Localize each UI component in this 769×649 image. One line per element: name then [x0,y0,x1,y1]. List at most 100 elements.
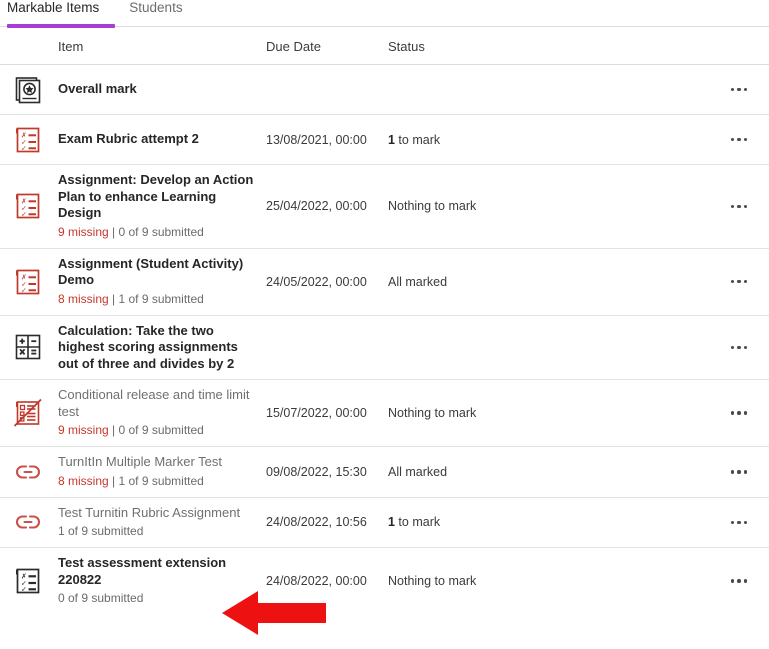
table-row[interactable]: TurnItIn Multiple Marker Test 8 missing |… [0,447,769,498]
item-cell: Assignment: Develop an Action Plan to en… [56,165,266,248]
kebab-menu-icon[interactable] [730,87,748,92]
kebab-menu-icon[interactable] [730,345,748,349]
item-cell: Test assessment extension 220822 0 of 9 s… [56,548,266,614]
item-submission-summary: 9 missing | 0 of 9 submitted [58,224,260,241]
column-header-due-date: Due Date [266,38,321,54]
row-menu-cell [709,87,769,92]
status-count: 1 [388,132,395,147]
item-cell: Assignment (Student Activity) Demo 8 miss… [56,249,266,315]
submitted-count: 1 of 9 submitted [58,524,144,538]
test-restricted-icon [0,398,56,428]
status-label: to mark [394,132,441,147]
table-row[interactable]: ✗ ✓ ✓ Assignment (Student Activity) Demo… [0,249,769,316]
gradebook-star-icon [0,75,56,105]
tab-bar: Markable Items Students [0,0,769,28]
item-cell: TurnItIn Multiple Marker Test 8 missing |… [56,447,266,497]
table-row[interactable]: ✗ ✓ ✓ Assignment: Develop an Action Plan… [0,165,769,249]
rubric-dark-icon: ✗ ✓ ✓ [0,566,56,596]
item-submission-summary: 9 missing | 0 of 9 submitted [58,422,260,439]
item-title[interactable]: Assignment (Student Activity) Demo [58,256,260,289]
table-row[interactable]: Conditional release and time limit test 9… [0,380,769,447]
row-menu-cell [709,137,769,142]
item-submission-summary: 8 missing | 1 of 9 submitted [58,291,260,308]
due-date-cell: 13/08/2021, 00:00 [266,132,367,147]
link-chain-icon [0,507,56,537]
status-cell: Nothing to mark [388,574,709,588]
item-cell: Overall mark [56,74,266,105]
status-label: Nothing to mark [388,574,477,588]
status-cell: 1 to mark [388,133,709,147]
submitted-count: 0 of 9 submitted [58,591,144,605]
submitted-count: | 1 of 9 submitted [108,473,204,488]
item-title[interactable]: Assignment: Develop an Action Plan to en… [58,172,260,222]
item-title[interactable]: Conditional release and time limit test [58,387,260,420]
item-title[interactable]: Overall mark [58,81,260,98]
item-title[interactable]: Test assessment extension 220822 [58,555,260,588]
item-cell: Test Turnitin Rubric Assignment 1 of 9 su… [56,498,266,548]
status-cell: Nothing to mark [388,406,709,420]
rubric-checklist-icon: ✗ ✓ ✓ [0,125,56,155]
status-label: All marked [388,274,448,289]
submitted-count: | 0 of 9 submitted [108,423,204,437]
item-cell: Calculation: Take the two highest scorin… [56,316,266,380]
rubric-checklist-icon: ✗ ✓ ✓ [0,267,56,297]
status-label: to mark [394,515,441,530]
kebab-menu-icon[interactable] [730,411,748,415]
submitted-count: | 0 of 9 submitted [108,224,204,239]
svg-text:✓: ✓ [21,211,27,219]
status-label: Nothing to mark [388,406,477,420]
status-cell: 1 to mark [388,515,709,529]
missing-count: 9 missing [58,224,109,239]
item-cell: Conditional release and time limit test 9… [56,380,266,446]
status-count: 1 [388,515,395,530]
row-menu-cell [709,204,769,208]
active-tab-indicator [7,24,115,28]
table-row[interactable]: ✗ ✓ ✓ Exam Rubric attempt 2 13/08/2021, 0… [0,115,769,165]
kebab-menu-icon[interactable] [730,520,748,524]
tab-bar-divider [0,26,769,27]
due-date-cell: 24/08/2022, 10:56 [266,515,367,530]
kebab-menu-icon[interactable] [730,204,748,208]
item-submission-summary: 0 of 9 submitted [58,590,260,607]
missing-count: 8 missing [58,473,109,488]
row-menu-cell [709,279,769,284]
markable-items-table: Item Due Date Status Overall mark ✗ ✓ ✓ [0,28,769,614]
item-title[interactable]: Test Turnitin Rubric Assignment [58,505,260,522]
status-label: All marked [388,464,448,479]
item-title[interactable]: Calculation: Take the two highest scorin… [58,323,260,373]
row-menu-cell [709,345,769,349]
submitted-count: | 1 of 9 submitted [108,291,204,306]
table-row[interactable]: ✗ ✓ ✓ Test assessment extension 220822 0 … [0,548,769,614]
item-title[interactable]: TurnItIn Multiple Marker Test [58,454,260,471]
item-submission-summary: 1 of 9 submitted [58,523,260,540]
table-row[interactable]: Test Turnitin Rubric Assignment 1 of 9 su… [0,498,769,548]
due-date-cell: 15/07/2022, 00:00 [266,406,367,420]
status-cell: All marked [388,275,709,289]
rubric-checklist-icon: ✗ ✓ ✓ [0,191,56,221]
item-submission-summary: 8 missing | 1 of 9 submitted [58,473,260,490]
calculator-icon [0,332,56,362]
kebab-menu-icon[interactable] [730,470,748,474]
due-date-cell: 24/08/2022, 00:00 [266,574,367,588]
table-header-row: Item Due Date Status [0,28,769,65]
tab-markable-items[interactable]: Markable Items [7,0,115,16]
svg-text:✓: ✓ [21,144,27,152]
row-menu-cell [709,411,769,415]
kebab-menu-icon[interactable] [730,579,748,583]
status-cell: Nothing to mark [388,199,709,213]
item-cell: Exam Rubric attempt 2 [56,124,266,155]
tab-students[interactable]: Students [129,0,198,16]
table-row[interactable]: Calculation: Take the two highest scorin… [0,316,769,380]
due-date-cell: 24/05/2022, 00:00 [266,274,367,289]
row-menu-cell [709,470,769,474]
kebab-menu-icon[interactable] [730,279,748,284]
svg-text:✓: ✓ [21,286,27,294]
item-title[interactable]: Exam Rubric attempt 2 [58,131,260,148]
due-date-cell: 09/08/2022, 15:30 [266,464,367,479]
row-menu-cell [709,520,769,524]
kebab-menu-icon[interactable] [730,137,748,142]
table-row[interactable]: Overall mark [0,65,769,115]
link-chain-icon [0,457,56,487]
svg-text:✓: ✓ [21,585,27,593]
status-cell: All marked [388,465,709,479]
